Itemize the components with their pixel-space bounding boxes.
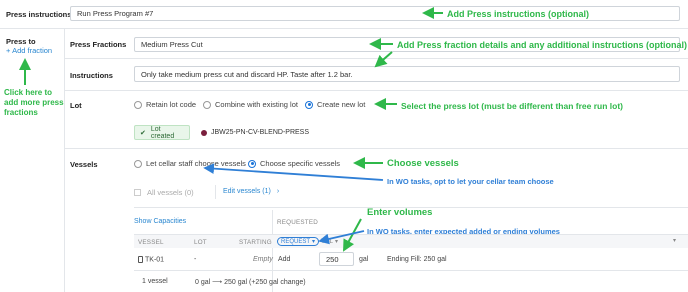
arrow-instructions: [374, 51, 393, 68]
annotation-enter-volumes: Enter volumes: [367, 207, 433, 218]
footer-vessel-count: 1 vessel: [142, 278, 168, 285]
instructions-value: Only take medium press cut and discard H…: [141, 69, 353, 79]
plus-icon: +: [6, 46, 11, 55]
lot-code-text: JBW25-PN-CV-BLEND-PRESS: [211, 129, 310, 136]
chevron-down-icon: ▾: [312, 239, 316, 245]
requested-header: REQUESTED: [277, 219, 318, 226]
press-instructions-label: Press instructions: [6, 10, 72, 19]
radio-retain[interactable]: [134, 100, 142, 109]
press-fractions-label: Press Fractions: [70, 40, 127, 49]
radio-specific-vessels[interactable]: [248, 159, 256, 168]
all-vessels-checkbox[interactable]: All vessels (0): [134, 188, 194, 197]
press-instructions-value: Run Press Program #7: [77, 9, 154, 18]
col-request-dropdown[interactable]: REQUEST ▾: [277, 237, 320, 246]
chevron-down-icon: ▾: [335, 239, 339, 245]
footer-volume-change: 0 gal ⟶ 250 gal (+250 gal change): [195, 279, 306, 286]
tank-icon: [138, 256, 143, 263]
annotation-add-fraction: Click here to add more press fractions: [4, 88, 64, 117]
lot-option-create[interactable]: Create new lot: [305, 100, 365, 109]
row-vessel[interactable]: TK-01: [138, 256, 164, 263]
col-vessel: VESSEL: [138, 239, 164, 246]
row-vessel-label: TK-01: [145, 256, 165, 264]
check-icon: ✔: [140, 129, 146, 137]
lot-created-label: Lot created: [150, 125, 175, 140]
volume-input-value: 250: [326, 254, 339, 264]
annotation-choose-vessels: Choose vessels: [387, 158, 459, 169]
annotation-press-fractions: Add Press fraction details and any addit…: [397, 40, 688, 50]
row-lot: -: [194, 256, 197, 263]
volume-input[interactable]: 250: [319, 252, 354, 266]
lot-label: Lot: [70, 101, 82, 110]
vessels-label: Vessels: [70, 160, 98, 169]
lot-option-retain-label: Retain lot code: [146, 100, 197, 109]
show-capacities-link[interactable]: Show Capacities: [134, 218, 186, 225]
radio-create[interactable]: [305, 100, 313, 109]
press-fraction-value: Medium Press Cut: [141, 40, 203, 49]
row-mode: Add: [278, 256, 291, 263]
lot-option-combine[interactable]: Combine with existing lot: [203, 100, 298, 109]
vessels-option-cellar-label: Let cellar staff choose vessels: [146, 159, 246, 168]
vessels-option-specific[interactable]: Choose specific vessels: [248, 159, 340, 168]
edit-vessels-label: Edit vessels (1): [223, 188, 271, 195]
radio-cellar-choose[interactable]: [134, 159, 142, 168]
all-vessels-label: All vessels (0): [147, 188, 194, 197]
col-starting: STARTING: [239, 239, 272, 246]
col-vol-label: VOL: [321, 238, 334, 245]
radio-combine[interactable]: [203, 100, 211, 109]
add-fraction-link[interactable]: + Add fraction: [6, 46, 52, 55]
lot-option-retain[interactable]: Retain lot code: [134, 100, 196, 109]
col-request-label: REQUEST: [281, 238, 311, 245]
row-unit: gal: [359, 256, 369, 263]
lot-option-create-label: Create new lot: [317, 100, 366, 109]
edit-vessels-link[interactable]: Edit vessels (1) ›: [223, 188, 279, 195]
row-starting: Empty: [253, 256, 273, 263]
lot-color-dot-icon: [201, 129, 207, 136]
chevron-right-icon: ›: [276, 188, 280, 195]
press-to-label: Press to: [6, 37, 36, 46]
col-lot: LOT: [194, 239, 207, 246]
row-ending-fill: Ending Fill: 250 gal: [387, 256, 447, 263]
vessels-option-specific-label: Choose specific vessels: [260, 159, 341, 168]
table-header-row: [134, 235, 688, 248]
lot-created-code[interactable]: JBW25-PN-CV-BLEND-PRESS: [201, 129, 309, 136]
instructions-label: Instructions: [70, 71, 113, 80]
annotation-vessels-wo: In WO tasks, opt to let your cellar team…: [387, 177, 554, 186]
checkbox-icon: [134, 189, 141, 196]
table-expand-icon[interactable]: ▾: [673, 237, 676, 244]
vessels-option-cellar[interactable]: Let cellar staff choose vessels: [134, 159, 246, 168]
lot-option-combine-label: Combine with existing lot: [215, 100, 298, 109]
annotation-press-instructions: Add Press instructions (optional): [447, 9, 590, 19]
instructions-input[interactable]: Only take medium press cut and discard H…: [134, 66, 680, 82]
arrow-vessels-wo: [203, 163, 384, 181]
add-fraction-label: Add fraction: [12, 46, 53, 55]
lot-created-badge: ✔ Lot created: [134, 125, 190, 140]
annotation-lot: Select the press lot (must be different …: [401, 101, 623, 111]
col-vol-dropdown[interactable]: VOL ▾: [318, 237, 341, 246]
